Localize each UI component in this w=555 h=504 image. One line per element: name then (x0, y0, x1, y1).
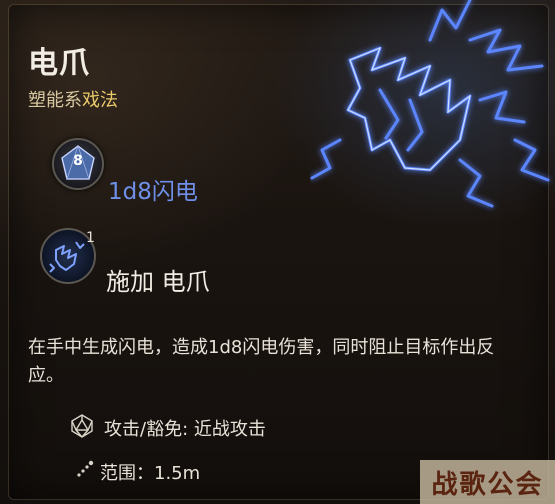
range-text: 范围：1.5m (100, 463, 201, 484)
spell-school: 塑能系 (28, 90, 82, 111)
d8-die-icon: 8 (52, 138, 104, 190)
spell-description: 在手中生成闪电，造成1d8闪电伤害，同时阻止目标作出反应。 (28, 337, 495, 386)
action-count: 1 (86, 230, 95, 246)
spell-subtitle: 塑能系戏法 (28, 86, 118, 112)
action-label: 施加 电爪 (106, 268, 210, 296)
d20-icon (71, 414, 93, 438)
attack-save-text: 攻击/豁免: 近战攻击 (104, 419, 266, 440)
die-number: 8 (73, 153, 83, 169)
watermark-logo: 战歌公会 (420, 460, 555, 504)
spell-title: 电爪 (28, 46, 90, 81)
spell-kind: 戏法 (82, 90, 118, 111)
lightning-hand-icon (310, 0, 550, 208)
range-dots-icon (77, 460, 94, 477)
damage-roll: 1d8闪电 (108, 179, 198, 205)
